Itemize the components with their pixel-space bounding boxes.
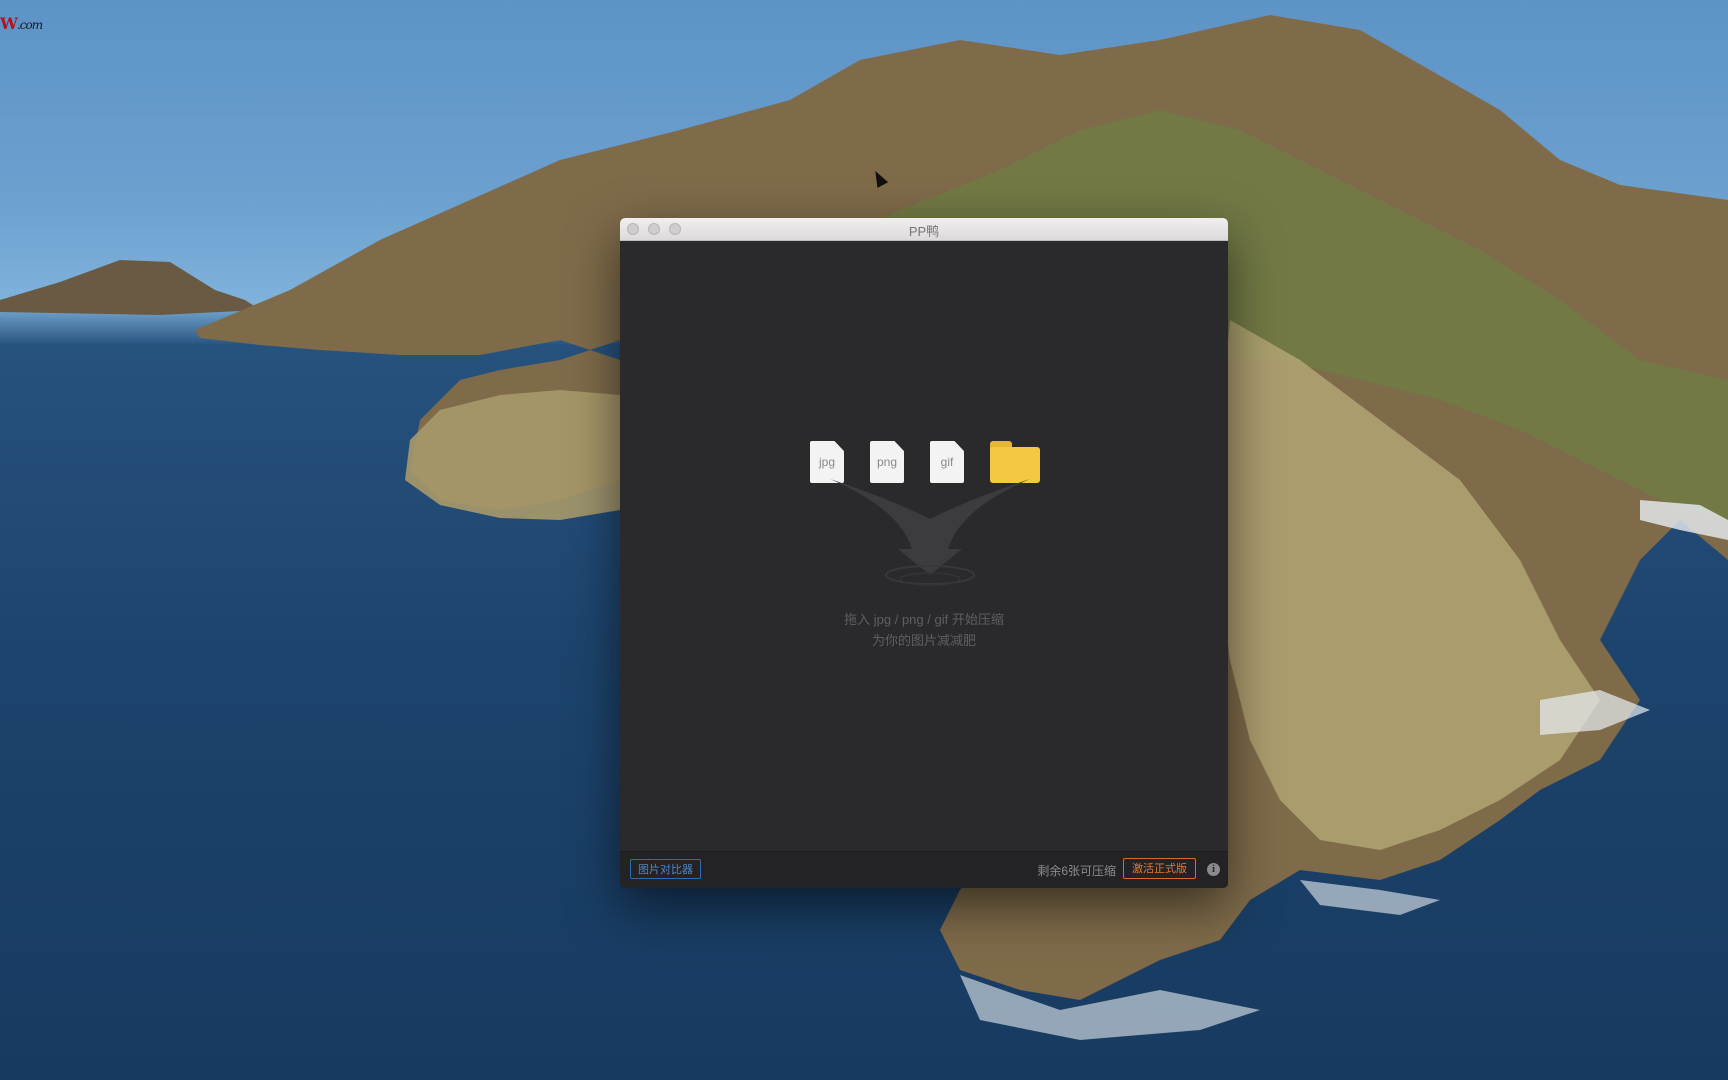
drop-hint-line-2: 为你的图片减减肥 [871,633,976,648]
png-file-label: png [876,455,898,469]
image-compare-button[interactable]: 图片对比器 [630,859,701,879]
activate-full-version-button[interactable]: 激活正式版 [1123,858,1196,879]
remaining-count-text: 剩余6张可压缩 [1037,864,1116,878]
jpg-file-icon: jpg [810,441,844,483]
drop-hint-line-1: 拖入 jpg / png / gif 开始压缩 [844,612,1004,627]
watermark-logo: W.com [0,14,43,33]
watermark-main: W [0,14,18,33]
folder-icon [990,441,1040,483]
gif-file-icon: gif [930,441,964,483]
png-file-icon: png [870,441,904,483]
drop-arrow-icon [830,479,1030,586]
gif-file-label: gif [940,455,954,469]
info-icon[interactable]: i [1207,863,1220,876]
window-title: PP鸭 [908,224,940,239]
drop-hint: 拖入 jpg / png / gif 开始压缩 为你的图片减减肥 [620,609,1228,651]
app-window: PP鸭 jpg png gif 拖入 jpg / png / gif 开始压缩 … [620,218,1228,888]
jpg-file-label: jpg [818,455,835,469]
window-titlebar[interactable]: PP鸭 [620,218,1228,241]
status-bar: 图片对比器 剩余6张可压缩 激活正式版 i [620,851,1228,888]
drop-zone[interactable]: jpg png gif 拖入 jpg / png / gif 开始压缩 为你的图… [620,241,1228,852]
watermark-suffix: .com [16,18,43,32]
